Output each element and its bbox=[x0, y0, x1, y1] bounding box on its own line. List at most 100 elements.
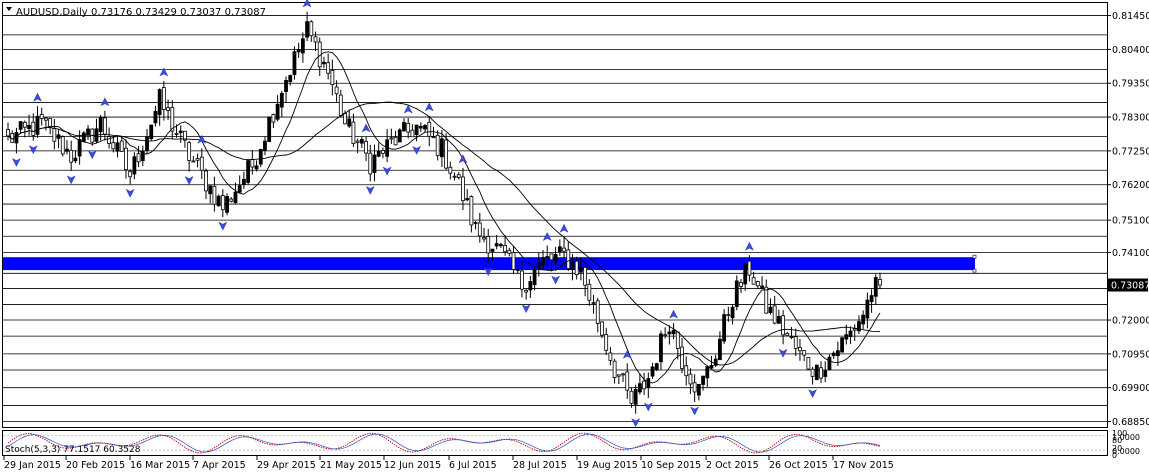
candle-body bbox=[671, 329, 676, 335]
candle-body bbox=[263, 140, 267, 151]
candle-body bbox=[562, 247, 566, 252]
chart-title: AUDUSD,Daily 0.73176 0.73429 0.73037 0.7… bbox=[6, 7, 266, 18]
candle-body bbox=[511, 252, 516, 270]
candle-body bbox=[212, 185, 217, 205]
candle-body bbox=[477, 222, 482, 237]
candle-body bbox=[351, 121, 356, 144]
candle-body bbox=[873, 277, 878, 297]
stochastic-label: Stoch(5,3,3) 77.1517 60.3528 bbox=[5, 445, 141, 455]
candle-body bbox=[465, 198, 470, 201]
candle-body bbox=[39, 114, 44, 119]
candle-body bbox=[124, 147, 128, 171]
candle-body bbox=[819, 367, 823, 379]
candle-body bbox=[608, 352, 613, 361]
candle-body bbox=[743, 263, 748, 285]
candle-body bbox=[734, 280, 739, 308]
y-tick-label: 0.70950 bbox=[1112, 349, 1149, 360]
candle-body bbox=[600, 321, 604, 336]
candle-body bbox=[536, 262, 541, 268]
candle-body bbox=[284, 79, 288, 92]
candle-body bbox=[174, 133, 179, 135]
x-tick-label: 29 Apr 2015 bbox=[257, 460, 316, 471]
candle-body bbox=[532, 269, 537, 286]
candle-body bbox=[764, 286, 769, 314]
candle-body bbox=[199, 156, 204, 171]
candle-body bbox=[18, 121, 23, 130]
candle-body bbox=[570, 261, 575, 270]
candle-body bbox=[486, 236, 491, 254]
candle-body bbox=[482, 237, 486, 240]
candle-body bbox=[781, 315, 786, 336]
candle-body bbox=[507, 249, 512, 254]
candle-body bbox=[621, 373, 625, 376]
candle-body bbox=[77, 139, 82, 157]
candle-body bbox=[423, 125, 427, 130]
candle-body bbox=[364, 140, 368, 154]
y-tick-label: 0.69900 bbox=[1112, 383, 1149, 394]
candle-body bbox=[435, 134, 440, 156]
candle-body bbox=[191, 160, 196, 163]
x-tick-label: 29 Jan 2015 bbox=[4, 460, 61, 471]
y-tick-label: 0.72000 bbox=[1112, 316, 1149, 327]
candle-body bbox=[271, 114, 276, 123]
candle-body bbox=[659, 333, 663, 363]
candle-body bbox=[52, 127, 57, 142]
candle-body bbox=[128, 170, 133, 178]
candle-body bbox=[776, 315, 781, 324]
candle-body bbox=[878, 279, 882, 286]
candle-body bbox=[696, 383, 701, 396]
candle-body bbox=[330, 70, 335, 85]
candle-body bbox=[810, 368, 815, 377]
candle-body bbox=[654, 363, 659, 371]
candle-body bbox=[44, 117, 48, 121]
candle-body bbox=[322, 61, 326, 65]
candle-body bbox=[368, 152, 373, 175]
candle-body bbox=[726, 314, 731, 317]
candle-body bbox=[157, 89, 162, 116]
y-tick-label: 0.79350 bbox=[1112, 79, 1149, 90]
candle-body bbox=[490, 248, 495, 252]
candle-body bbox=[701, 375, 705, 385]
candle-body bbox=[305, 21, 309, 38]
candle-body bbox=[633, 389, 638, 405]
candle-body bbox=[616, 374, 621, 377]
candle-body bbox=[81, 132, 86, 142]
candle-body bbox=[107, 136, 112, 144]
candle-body bbox=[579, 267, 583, 273]
candle-body bbox=[225, 196, 229, 213]
candle-body bbox=[520, 270, 524, 290]
candle-body bbox=[545, 256, 550, 259]
x-tick-label: 6 Jul 2015 bbox=[449, 460, 497, 471]
candle-body bbox=[27, 124, 31, 129]
candle-body bbox=[760, 285, 764, 290]
candle-body bbox=[153, 111, 158, 124]
candle-body bbox=[73, 157, 78, 162]
candle-body bbox=[722, 314, 727, 342]
candle-body bbox=[343, 113, 347, 125]
stoch-scale-label: 0.0000 bbox=[1112, 447, 1140, 456]
candle-body bbox=[279, 92, 284, 108]
candle-body bbox=[60, 136, 65, 155]
x-tick-label: 17 Nov 2015 bbox=[833, 460, 894, 471]
candle-body bbox=[313, 36, 318, 43]
candle-body bbox=[802, 350, 807, 356]
candle-body bbox=[739, 281, 743, 287]
candle-body bbox=[347, 118, 352, 127]
candle-body bbox=[840, 337, 844, 353]
y-tick-label: 0.78300 bbox=[1112, 113, 1149, 124]
candle-body bbox=[604, 334, 609, 351]
candle-body bbox=[65, 148, 69, 152]
candle-body bbox=[827, 356, 832, 371]
y-tick-label: 0.80400 bbox=[1112, 45, 1149, 56]
candle-body bbox=[359, 139, 364, 144]
candle-body bbox=[6, 129, 10, 137]
candle-body bbox=[461, 176, 465, 201]
candle-body bbox=[381, 150, 385, 154]
candle-body bbox=[406, 122, 411, 133]
candle-body bbox=[258, 148, 263, 165]
candle-body bbox=[393, 136, 398, 146]
candle-body bbox=[705, 366, 710, 379]
x-tick-label: 19 Aug 2015 bbox=[577, 460, 638, 471]
candle-body bbox=[338, 94, 343, 117]
candle-body bbox=[844, 334, 849, 340]
